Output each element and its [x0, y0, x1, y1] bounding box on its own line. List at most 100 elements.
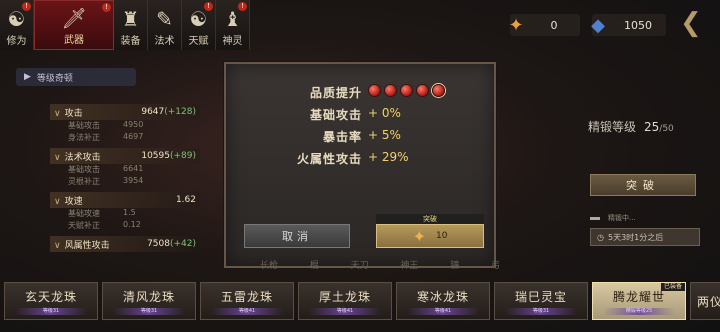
sub-value: 0.12 — [123, 220, 141, 229]
weapon-item[interactable]: 瑞巳灵宝 等级31 — [494, 282, 588, 320]
tab-label: 天赋 — [188, 36, 209, 47]
category-tab[interactable]: 天刀 — [351, 258, 369, 271]
level-button[interactable]: ▶ 等级奇顿 — [16, 68, 136, 86]
tab-deity[interactable]: ! ♝ 神灵 — [216, 0, 250, 50]
stat-sub-row: 基础攻击 6641 — [50, 164, 200, 176]
sub-label: 基础攻击 — [68, 165, 100, 174]
item-name: 瑞巳灵宝 — [514, 289, 567, 304]
currency-value: 1050 — [624, 18, 652, 32]
attr-value: + 0% — [368, 106, 401, 120]
tab-label: 神灵 — [222, 36, 243, 47]
stat-value: 1.62 — [175, 195, 196, 205]
stat-bonus: (+128) — [164, 107, 196, 117]
currency-crystal[interactable]: ◆ 1050 — [591, 14, 666, 36]
attr-value: + 29% — [368, 150, 409, 164]
sub-value: 6641 — [123, 164, 144, 173]
tab-weapon[interactable]: ! 🗡 武器 — [34, 0, 114, 50]
sub-label: 身法补正 — [68, 133, 100, 142]
sub-label: 灵根补正 — [68, 177, 100, 186]
category-tab[interactable]: 长枪 — [260, 258, 278, 271]
category-tab[interactable]: 镰 — [450, 258, 459, 271]
stat-sub-row: 基础攻速 1.5 — [50, 208, 200, 220]
category-tab[interactable]: 弓 — [491, 258, 500, 271]
weapon-item[interactable]: 两仪 — [690, 282, 720, 320]
item-name: 清风龙珠 — [122, 289, 175, 304]
item-name: 厚土龙珠 — [318, 289, 371, 304]
top-nav: ! ☯ 修为 ! 🗡 武器 ♜ 装备 ✎ 法术 ! ☯ 天赋 ! ♝ 神灵 — [0, 0, 250, 50]
quality-label: 品质提升 — [309, 86, 362, 100]
breakthrough-cost: ✦ 10 — [376, 224, 484, 248]
timer-text: 5天3时1分之后 — [607, 232, 664, 242]
weapon-item[interactable]: 玄天龙珠 等级31 — [4, 282, 98, 320]
cost-value: 10 — [435, 231, 448, 241]
weapon-list: 玄天龙珠 等级31 清风龙珠 等级31 五雷龙珠 等级41 厚土龙珠 等级41 … — [4, 282, 720, 320]
currency-value: 0 — [550, 18, 558, 32]
stat-sub-row: 天赋补正 0.12 — [50, 220, 200, 232]
refine-label: 精锻等级 — [588, 120, 637, 134]
attr-label: 暴击率 — [322, 130, 362, 144]
tab-equipment[interactable]: ♜ 装备 — [114, 0, 148, 50]
stat-name: 攻速 — [64, 196, 83, 207]
stat-bonus: (+42) — [169, 239, 196, 249]
refine-progress: 精锻中... — [590, 214, 704, 222]
weapon-item[interactable]: 清风龙珠 等级31 — [102, 282, 196, 320]
breakthrough-button[interactable]: 突破 ✦ 10 — [376, 214, 484, 248]
refine-level: 精锻等级 25/50 — [588, 118, 674, 135]
category-tab[interactable]: 棍 — [310, 258, 319, 271]
sword-icon: 🗡 — [61, 6, 87, 30]
sub-label: 基础攻击 — [68, 121, 100, 130]
tab-cultivation[interactable]: ! ☯ 修为 — [0, 0, 34, 50]
attr-row: 火属性攻击 + 29% — [226, 150, 494, 168]
tab-spells[interactable]: ✎ 法术 — [148, 0, 182, 50]
attr-label: 基础攻击 — [309, 108, 362, 122]
sub-label: 基础攻速 — [68, 209, 100, 218]
chevron-down-icon: ∨ — [54, 196, 61, 207]
stat-value: 7508 — [147, 239, 170, 249]
attr-label: 火属性攻击 — [296, 152, 362, 166]
cultivation-icon: ☯ — [7, 7, 26, 31]
refine-timer: ◷ 5天3时1分之后 — [590, 228, 700, 246]
category-tab[interactable]: 神王 — [400, 258, 418, 271]
stat-row: ∨ 法术攻击 10595(+89) — [50, 148, 200, 164]
stat-sub-row: 灵根补正 3954 — [50, 176, 200, 188]
weapon-item[interactable]: 寒冰龙珠 等级41 — [396, 282, 490, 320]
blue-crystal-icon: ◆ — [591, 14, 605, 36]
item-level: 等级31 — [505, 307, 577, 315]
break-button[interactable]: 突破 — [590, 174, 696, 196]
weapon-item-selected[interactable]: 已装备 腾龙耀世 精锻等级25 — [592, 282, 686, 320]
stats-list: ∨ 攻击 9647(+128) 基础攻击 4950 身法补正 4697 ∨ 法术攻击 1… — [50, 100, 200, 252]
alert-badge: ! — [22, 2, 31, 11]
stat-row: ∨ 风属性攻击 7508(+42) — [50, 236, 200, 252]
stat-bonus: (+89) — [169, 151, 196, 161]
upgrade-dialog: 品质提升 基础攻击 + 0% 暴击率 + 5% 火属性攻击 + 29% 取消 突… — [224, 62, 496, 268]
gem-icon — [384, 84, 397, 97]
cancel-button[interactable]: 取消 — [244, 224, 350, 248]
weapon-item[interactable]: 五雷龙珠 等级41 — [200, 282, 294, 320]
tab-talent[interactable]: ! ☯ 天赋 — [182, 0, 216, 50]
sub-value: 4697 — [123, 132, 144, 141]
item-name: 寒冰龙珠 — [416, 289, 469, 304]
sub-value: 3954 — [123, 176, 144, 185]
item-level: 等级41 — [407, 307, 479, 315]
scroll-icon: ✎ — [156, 7, 173, 31]
stat-name: 风属性攻击 — [64, 240, 110, 251]
stat-value: 9647 — [141, 107, 165, 117]
chevron-down-icon: ∨ — [54, 108, 61, 119]
flame-sword-icon: ✦ — [508, 14, 524, 36]
stat-sub-row: 基础攻击 4950 — [50, 120, 200, 132]
item-level: 等级31 — [15, 307, 87, 315]
quality-row: 品质提升 — [226, 84, 494, 102]
progress-bar — [590, 216, 600, 220]
item-level: 等级41 — [211, 307, 283, 315]
level-button-label: 等级奇顿 — [36, 73, 73, 84]
sub-value: 4950 — [123, 120, 144, 129]
currency-flame[interactable]: ✦ 0 — [508, 14, 580, 36]
stat-sub-row: 身法补正 4697 — [50, 132, 200, 144]
item-level: 等级31 — [113, 307, 185, 315]
tab-label: 装备 — [120, 36, 141, 47]
item-name: 两仪 — [696, 294, 720, 309]
chevron-down-icon: ∨ — [54, 152, 61, 163]
clock-icon: ◷ — [597, 232, 604, 242]
back-icon[interactable]: ❮ — [680, 8, 702, 38]
weapon-item[interactable]: 厚土龙珠 等级41 — [298, 282, 392, 320]
